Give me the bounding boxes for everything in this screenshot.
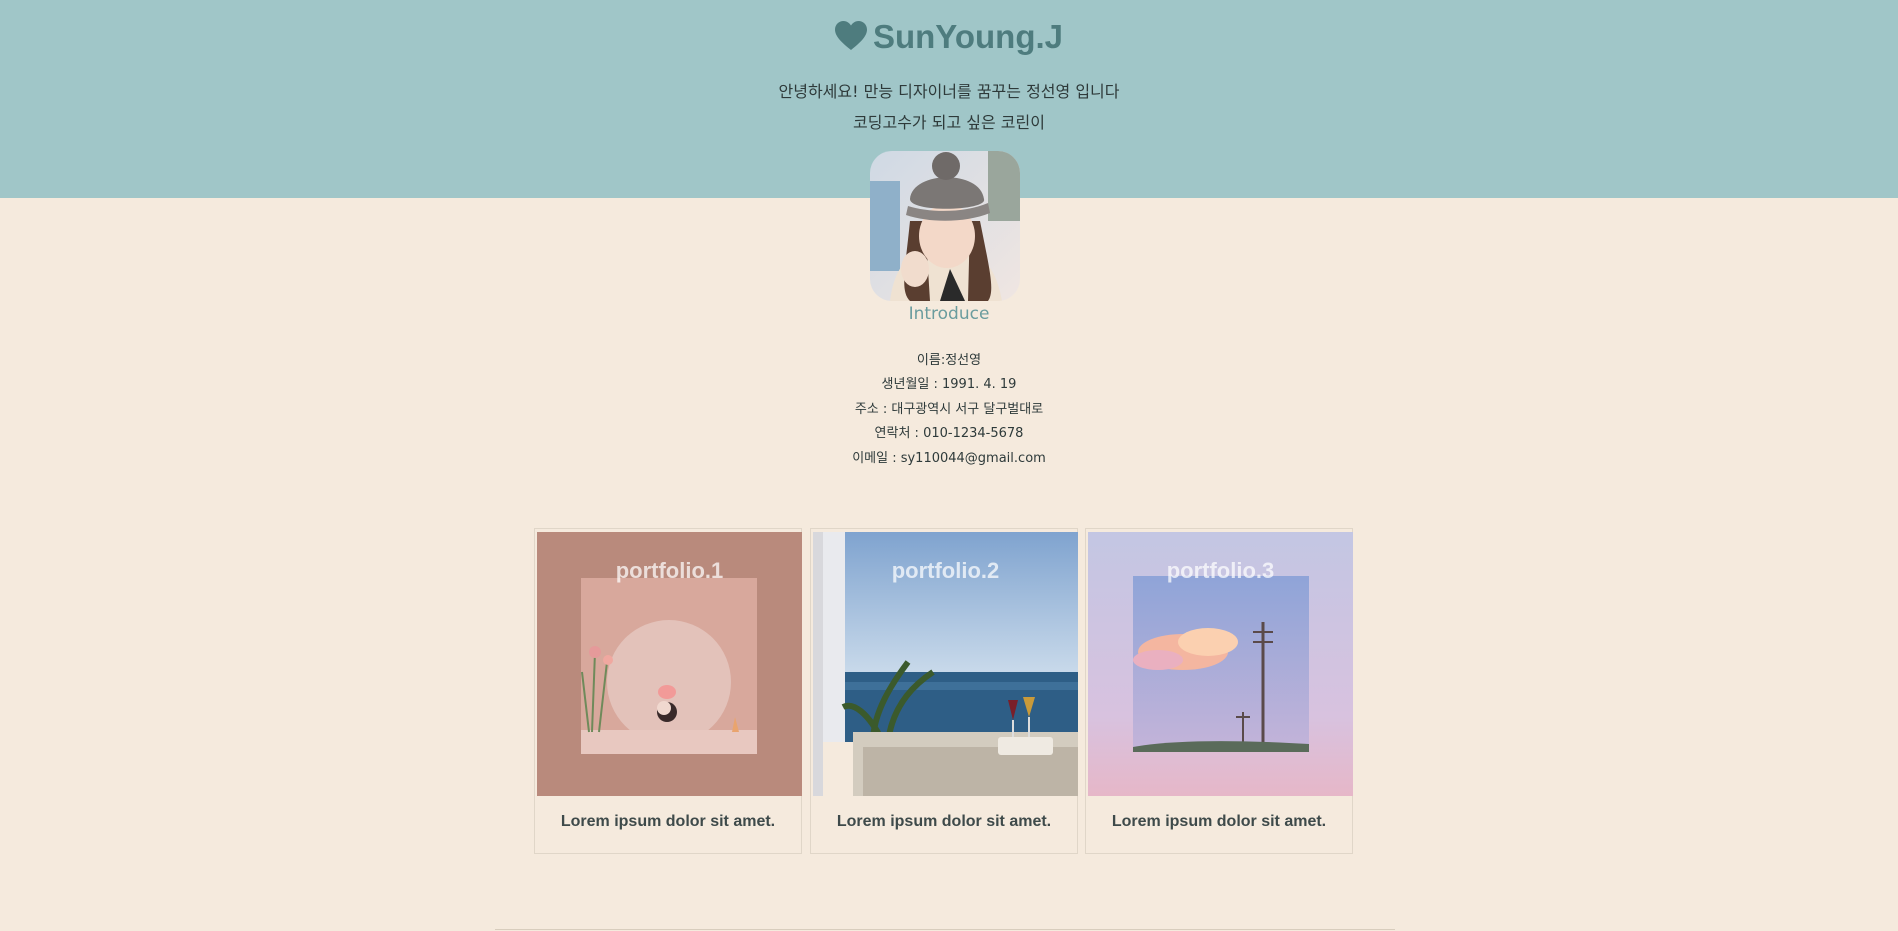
portfolio-caption-1: Lorem ipsum dolor sit amet. <box>560 813 776 830</box>
portfolio-card-2[interactable]: portfolio.2 Lorem ipsum dolor sit amet. <box>810 528 1078 854</box>
avatar <box>870 151 1020 301</box>
intro-info: 이름:정선영 생년월일 : 1991. 4. 19 주소 : 대구광역시 서구 … <box>0 349 1898 471</box>
portfolio-card-1[interactable]: portfolio.1 Lorem ipsum dolor sit amet. <box>534 528 802 854</box>
portfolio-image-2[interactable]: portfolio.2 <box>813 532 1078 796</box>
portfolio-title-3: portfolio.3 <box>1166 558 1275 583</box>
portfolio-grid: portfolio.1 Lorem ipsum dolor sit amet. <box>534 528 1356 856</box>
portfolio-title-1: portfolio.1 <box>615 558 724 583</box>
site-title: SunYoung.J <box>0 18 1898 59</box>
heart-icon <box>834 21 867 59</box>
greeting-line-2: 코딩고수가 되고 싶은 코린이 <box>853 113 1045 132</box>
info-name: 이름:정선영 <box>916 353 982 368</box>
site-title-text: SunYoung.J <box>872 18 1064 55</box>
info-phone: 연락처 : 010-1234-5678 <box>874 426 1024 442</box>
footer-divider <box>495 929 1395 930</box>
info-email: 이메일 : sy110044@gmail.com <box>852 450 1046 466</box>
portfolio-caption-3: Lorem ipsum dolor sit amet. <box>1111 813 1327 830</box>
info-address: 주소 : 대구광역시 서구 달구벌대로 <box>854 401 1044 417</box>
portfolio-card-3[interactable]: portfolio.3 Lorem ipsum dolor sit amet. <box>1085 528 1353 854</box>
portfolio-image-1[interactable]: portfolio.1 <box>537 532 802 796</box>
greeting-line-1: 안녕하세요! 만능 디자이너를 꿈꾸는 정선영 입니다 <box>778 82 1120 101</box>
introduce-title: Introduce <box>908 304 990 324</box>
portfolio-image-3[interactable]: portfolio.3 <box>1088 532 1353 796</box>
portfolio-title-2: portfolio.2 <box>891 558 1000 583</box>
info-birth: 생년월일 : 1991. 4. 19 <box>881 377 1017 393</box>
portfolio-caption-2: Lorem ipsum dolor sit amet. <box>836 813 1052 830</box>
